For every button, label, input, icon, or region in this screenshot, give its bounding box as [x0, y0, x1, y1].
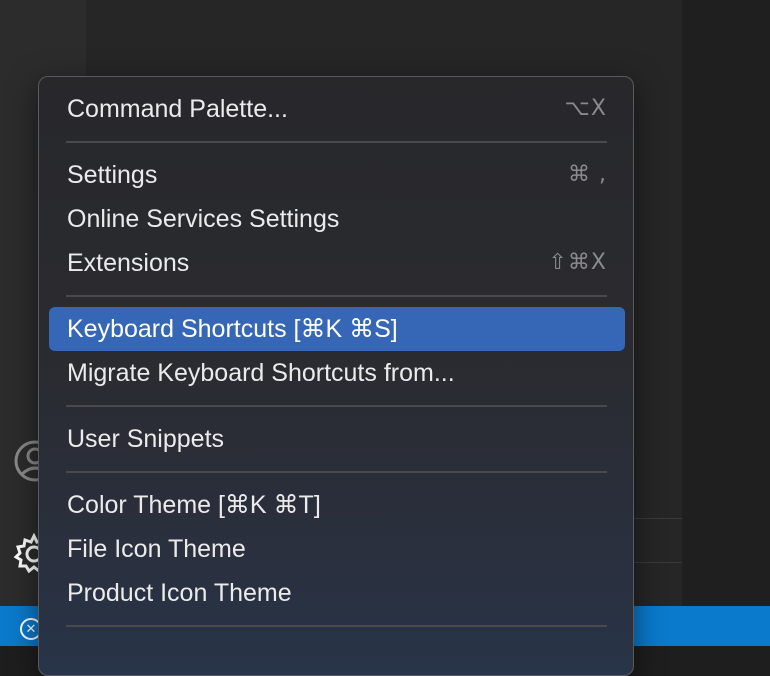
menu-separator [66, 625, 607, 627]
menu-item-shortcut: ⌥X [564, 96, 607, 121]
menu-item-label: Online Services Settings [67, 205, 340, 233]
editor-divider [626, 518, 682, 519]
menu-item-shortcut: ⌘ , [568, 162, 607, 187]
menu-item-label: Migrate Keyboard Shortcuts from... [67, 359, 455, 387]
menu-item-label: File Icon Theme [67, 535, 246, 563]
menu-item-migrate-keyboard-shortcuts[interactable]: Migrate Keyboard Shortcuts from... [49, 351, 625, 395]
menu-item-label: Product Icon Theme [67, 579, 292, 607]
menu-item-extensions[interactable]: Extensions ⇧⌘X [49, 241, 625, 285]
menu-item-label: User Snippets [67, 425, 225, 453]
menu-separator [66, 141, 607, 143]
menu-separator [66, 405, 607, 407]
menu-item-label: Command Palette... [67, 95, 288, 123]
menu-separator [66, 471, 607, 473]
menu-item-keyboard-shortcuts[interactable]: Keyboard Shortcuts [⌘K ⌘S] [49, 307, 625, 351]
menu-item-shortcut: ⇧⌘X [548, 250, 607, 275]
menu-item-user-snippets[interactable]: User Snippets [49, 417, 625, 461]
menu-item-settings[interactable]: Settings ⌘ , [49, 153, 625, 197]
menu-item-file-icon-theme[interactable]: File Icon Theme [49, 527, 625, 571]
menu-item-command-palette[interactable]: Command Palette... ⌥X [49, 87, 625, 131]
manage-menu: Command Palette... ⌥X Settings ⌘ , Onlin… [38, 76, 634, 676]
editor-divider [626, 562, 682, 563]
menu-item-color-theme[interactable]: Color Theme [⌘K ⌘T] [49, 483, 625, 527]
menu-item-label: Extensions [67, 249, 190, 277]
menu-item-product-icon-theme[interactable]: Product Icon Theme [49, 571, 625, 615]
side-panel [682, 0, 770, 606]
menu-item-label: Color Theme [⌘K ⌘T] [67, 491, 321, 519]
menu-item-label: Settings [67, 161, 158, 189]
menu-item-label: Keyboard Shortcuts [⌘K ⌘S] [67, 315, 398, 343]
menu-item-online-services-settings[interactable]: Online Services Settings [49, 197, 625, 241]
menu-separator [66, 295, 607, 297]
